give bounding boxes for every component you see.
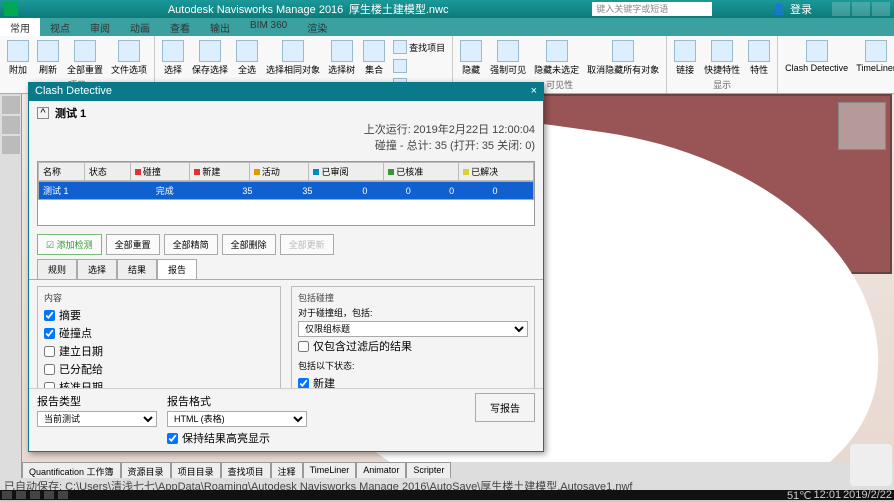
panel-close-icon[interactable]: ×	[531, 85, 537, 99]
status-path: 已自动保存: C:\Users\清浅七七\AppData\Roaming\Aut…	[4, 481, 632, 490]
ribbon-button-small[interactable]	[390, 57, 448, 75]
report-type-select[interactable]: 当前测试	[37, 411, 157, 427]
taskbar-icon[interactable]	[44, 491, 54, 499]
write-report-button[interactable]: 写报告	[475, 393, 535, 422]
ribbon-button[interactable]: 选择树	[325, 38, 358, 78]
ribbon-button[interactable]: 刷新	[34, 38, 62, 78]
left-toolbar	[0, 94, 22, 480]
status-bar: 已自动保存: C:\Users\清浅七七\AppData\Roaming\Aut…	[0, 478, 894, 490]
report-format-label: 报告格式	[167, 393, 307, 409]
menu-tab[interactable]: 输出	[200, 18, 240, 36]
report-format-select[interactable]: HTML (表格)	[167, 411, 307, 427]
menu-tab[interactable]: 查看	[160, 18, 200, 36]
ribbon-button[interactable]: 隐藏	[457, 38, 485, 78]
maximize-button[interactable]	[852, 2, 870, 16]
option-checkbox[interactable]: 碰撞点	[44, 324, 274, 342]
option-checkbox[interactable]: 建立日期	[44, 342, 274, 360]
ribbon-button[interactable]: 全部重置	[64, 38, 106, 78]
minimize-button[interactable]	[832, 2, 850, 16]
ime-avatar[interactable]	[850, 444, 892, 486]
ribbon-button[interactable]: 保存选择	[189, 38, 231, 78]
ribbon-button[interactable]: 文件选项	[108, 38, 150, 78]
menu-tab[interactable]: 审阅	[80, 18, 120, 36]
ribbon-button[interactable]: 选择相同对象	[263, 38, 323, 78]
option-checkbox[interactable]: 已分配给	[44, 360, 274, 378]
menu-tab[interactable]: 渲染	[297, 18, 337, 36]
user-icon: 👤	[772, 3, 786, 16]
help-search-input[interactable]: 键入关键字或短语	[592, 2, 712, 16]
tool-icon[interactable]	[2, 136, 20, 154]
include-fieldset: 包括碰撞 对于碰撞组，包括: 仅限组标题 仅包含过滤后的结果 包括以下状态: 新…	[291, 286, 535, 388]
status-legend: 包括以下状态:	[298, 359, 528, 372]
ribbon-button[interactable]: TimeLiner	[853, 38, 894, 75]
taskbar-icon[interactable]	[58, 491, 68, 499]
menu-tab[interactable]: 视点	[40, 18, 80, 36]
option-checkbox[interactable]: 新建	[298, 374, 528, 388]
test-row[interactable]: 测试 1完成35350000	[39, 182, 534, 200]
menu-tab[interactable]: BIM 360	[240, 18, 297, 36]
for-groups-select[interactable]: 仅限组标题	[298, 321, 528, 337]
ribbon-tabs: 常用视点审阅动画查看输出BIM 360渲染	[0, 18, 894, 36]
title-bar: Autodesk Navisworks Manage 2016 厚生楼土建模型.…	[0, 0, 894, 18]
ribbon-button[interactable]: 特性	[745, 38, 773, 78]
clash-tab[interactable]: 规则	[37, 259, 77, 279]
output-settings: 报告类型 当前测试 报告格式 HTML (表格) 保持结果高亮显示 写报告	[29, 388, 543, 451]
filter-checkbox[interactable]: 仅包含过滤后的结果	[298, 337, 528, 355]
ribbon-button[interactable]: 集合	[360, 38, 388, 78]
action-button: 全部更新	[280, 234, 334, 255]
window-title: Autodesk Navisworks Manage 2016 厚生楼土建模型.…	[24, 1, 592, 17]
ribbon-button[interactable]: 取消隐藏所有对象	[584, 38, 662, 78]
test-actions: ☑ 添加检测全部重置全部精简全部删除全部更新	[29, 230, 543, 259]
option-checkbox[interactable]: 核准日期	[44, 378, 274, 388]
app-logo-icon	[4, 2, 18, 16]
keep-highlight-checkbox[interactable]: 保持结果高亮显示	[167, 429, 307, 447]
clash-tab[interactable]: 报告	[157, 259, 197, 279]
start-icon[interactable]	[2, 491, 12, 499]
action-button[interactable]: ☑ 添加检测	[37, 234, 102, 255]
tool-icon[interactable]	[2, 96, 20, 114]
user-area[interactable]: 👤 登录	[772, 1, 812, 17]
close-button[interactable]	[872, 2, 890, 16]
taskbar-icon[interactable]	[30, 491, 40, 499]
tests-table: 名称状态碰撞新建活动已审阅已核准已解决 测试 1完成35350000	[37, 161, 535, 226]
for-groups-label: 对于碰撞组，包括:	[298, 306, 528, 319]
login-link[interactable]: 登录	[790, 1, 812, 17]
panel-titlebar[interactable]: Clash Detective ×	[29, 83, 543, 101]
option-checkbox[interactable]: 摘要	[44, 306, 274, 324]
action-button[interactable]: 全部精简	[164, 234, 218, 255]
ribbon-button[interactable]: 快捷特性	[701, 38, 743, 78]
content-legend: 内容	[44, 291, 274, 304]
ribbon-button[interactable]: 链接	[671, 38, 699, 78]
include-legend: 包括碰撞	[298, 291, 528, 304]
ribbon-button[interactable]: 强制可见	[487, 38, 529, 78]
menu-tab[interactable]: 常用	[0, 18, 40, 36]
action-button[interactable]: 全部删除	[222, 234, 276, 255]
last-run-value: 2019年2月22日 12:00:04	[413, 124, 535, 136]
test-name: 测试 1	[55, 105, 86, 121]
panel-title: Clash Detective	[35, 85, 112, 99]
expand-toggle[interactable]: ^	[37, 107, 49, 119]
last-run-label: 上次运行:	[364, 124, 411, 136]
ribbon-button[interactable]: 全选	[233, 38, 261, 78]
ribbon-button[interactable]: 附加	[4, 38, 32, 78]
clash-tab[interactable]: 选择	[77, 259, 117, 279]
viewcube[interactable]	[838, 102, 886, 150]
ribbon-button[interactable]: Clash Detective	[782, 38, 851, 75]
action-button[interactable]: 全部重置	[106, 234, 160, 255]
menu-tab[interactable]: 动画	[120, 18, 160, 36]
ribbon-button-small[interactable]: 查找项目	[390, 38, 448, 56]
content-fieldset: 内容 摘要碰撞点建立日期已分配给核准日期核准者层名称项目路径项目 ID	[37, 286, 281, 388]
report-type-label: 报告类型	[37, 393, 157, 409]
ribbon-button[interactable]: 选择	[159, 38, 187, 78]
tool-icon[interactable]	[2, 116, 20, 134]
clash-tab[interactable]: 结果	[117, 259, 157, 279]
clash-summary: 碰撞 - 总计: 35 (打开: 35 关闭: 0)	[375, 140, 535, 152]
ribbon-button[interactable]: 隐藏未选定	[531, 38, 582, 78]
clash-detective-panel: Clash Detective × ^ 测试 1 上次运行: 2019年2月22…	[28, 82, 544, 452]
taskbar-icon[interactable]	[16, 491, 26, 499]
windows-taskbar: 51℃ 12:01 2019/2/22	[0, 490, 894, 500]
clash-tabs: 规则选择结果报告	[29, 259, 543, 280]
